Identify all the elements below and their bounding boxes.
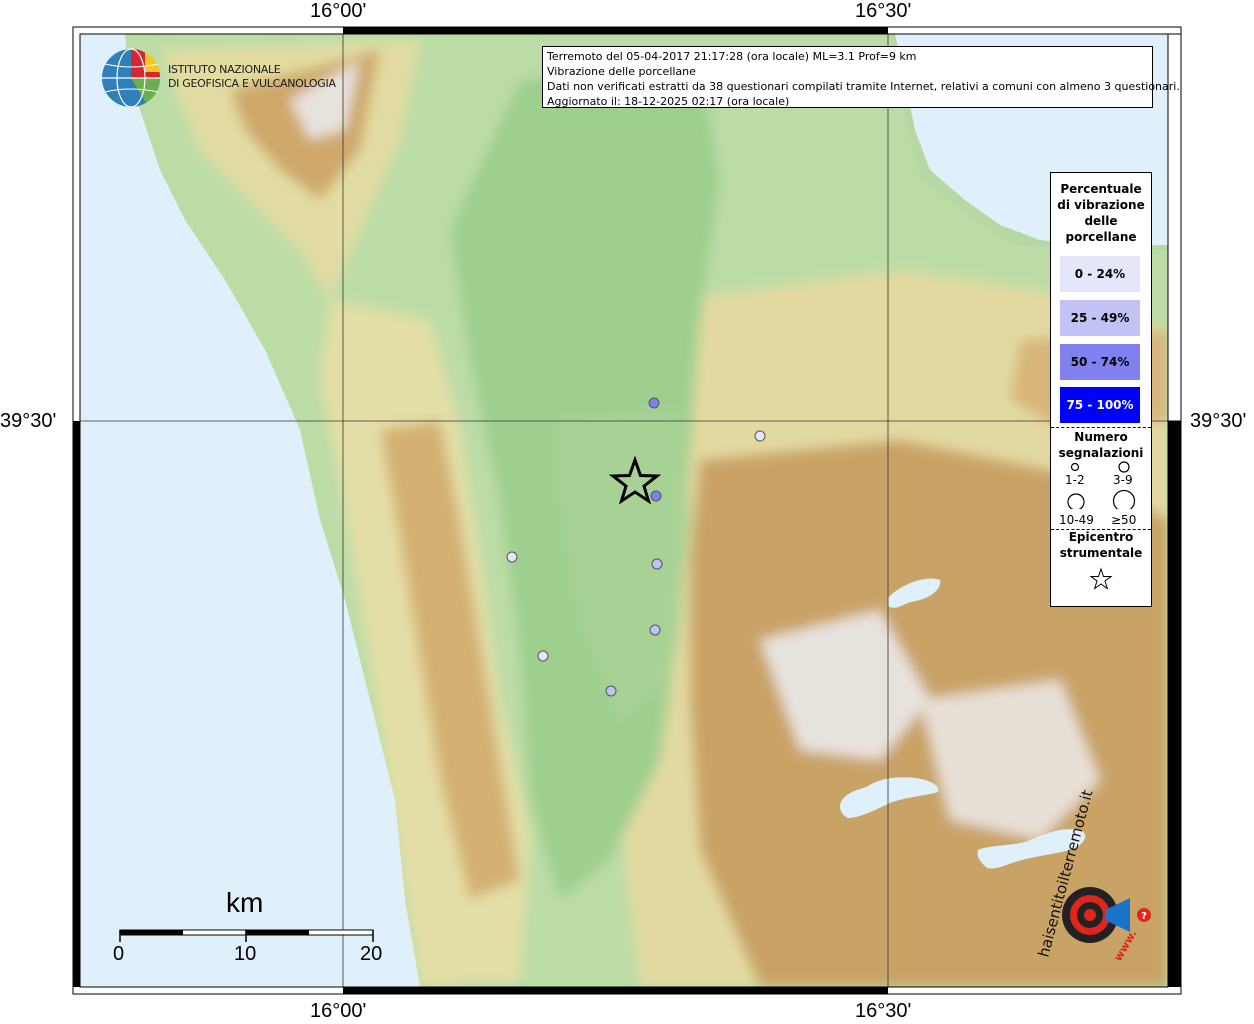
- event-title: Terremoto del 05-04-2017 21:17:28 (ora l…: [547, 50, 917, 63]
- legend-class-1: 25 - 49%: [1060, 300, 1140, 336]
- legend-class-2: 50 - 74%: [1060, 344, 1140, 380]
- scale-tick-20: 20: [360, 943, 383, 965]
- size-circle-1-2-icon: [1070, 462, 1080, 472]
- observation-point: [650, 490, 662, 502]
- observation-point: [537, 650, 549, 662]
- observation-point: [651, 558, 663, 570]
- legend-count-title-1: Numero: [1074, 430, 1128, 444]
- scale-tick-0: 0: [113, 943, 125, 965]
- legend-count-3-9: 3-9: [1113, 473, 1133, 487]
- legend-title-1: Percentuale: [1060, 182, 1142, 196]
- lon-label-bottom-16-30: 16°30': [855, 1000, 912, 1022]
- svg-text:?: ?: [1141, 911, 1147, 922]
- event-updated: Aggiornato il: 18-12-2025 02:17 (ora loc…: [547, 95, 790, 108]
- ingv-logo-text: ISTITUTO NAZIONALE DI GEOFISICA E VULCAN…: [168, 63, 336, 91]
- scale-tick-10: 10: [234, 943, 257, 965]
- ingv-logo-line1: ISTITUTO NAZIONALE: [168, 63, 281, 76]
- observation-point: [605, 685, 617, 697]
- event-subtitle: Vibrazione delle porcellane: [547, 65, 696, 78]
- lon-label-top-16-00: 16°00': [310, 0, 367, 22]
- observation-point: [506, 551, 518, 563]
- event-info-box: Terremoto del 05-04-2017 21:17:28 (ora l…: [542, 46, 1180, 108]
- event-data-note: Dati non verificati estratti da 38 quest…: [547, 80, 1180, 93]
- size-circle-50-icon: [1112, 489, 1136, 509]
- legend-epicenter-1: Epicentro: [1068, 530, 1134, 544]
- ingv-logo-line2: DI GEOFISICA E VULCANOLOGIA: [168, 77, 336, 90]
- legend-class-3: 75 - 100%: [1060, 387, 1140, 423]
- lat-label-right: 39°30': [1190, 410, 1247, 432]
- legend-count-50: ≥50: [1111, 513, 1137, 527]
- legend-title-3: delle: [1084, 214, 1118, 228]
- observation-point: [754, 430, 766, 442]
- scale-unit: km: [226, 887, 264, 918]
- legend-count-1-2: 1-2: [1065, 473, 1085, 487]
- lat-label-left: 39°30': [0, 410, 57, 432]
- lon-label-bottom-16-00: 16°00': [310, 1000, 367, 1022]
- legend: Percentuale di vibrazione delle porcella…: [1050, 172, 1152, 607]
- observation-point: [649, 624, 661, 636]
- lon-label-top-16-30: 16°30': [855, 0, 912, 22]
- legend-class-0: 0 - 24%: [1060, 256, 1140, 292]
- legend-divider: [1051, 427, 1151, 428]
- ingv-globe-icon: [102, 48, 161, 108]
- legend-count-10-49: 10-49: [1059, 513, 1094, 527]
- terrain: [80, 34, 1168, 987]
- legend-epicenter-2: strumentale: [1059, 546, 1143, 560]
- legend-epicenter-star-icon: [1089, 567, 1113, 590]
- size-circle-10-49-icon: [1067, 493, 1085, 509]
- legend-title-2: di vibrazione: [1057, 198, 1145, 212]
- observation-point: [648, 397, 660, 409]
- size-circle-3-9-icon: [1118, 461, 1130, 473]
- legend-title-4: porcellane: [1065, 230, 1137, 244]
